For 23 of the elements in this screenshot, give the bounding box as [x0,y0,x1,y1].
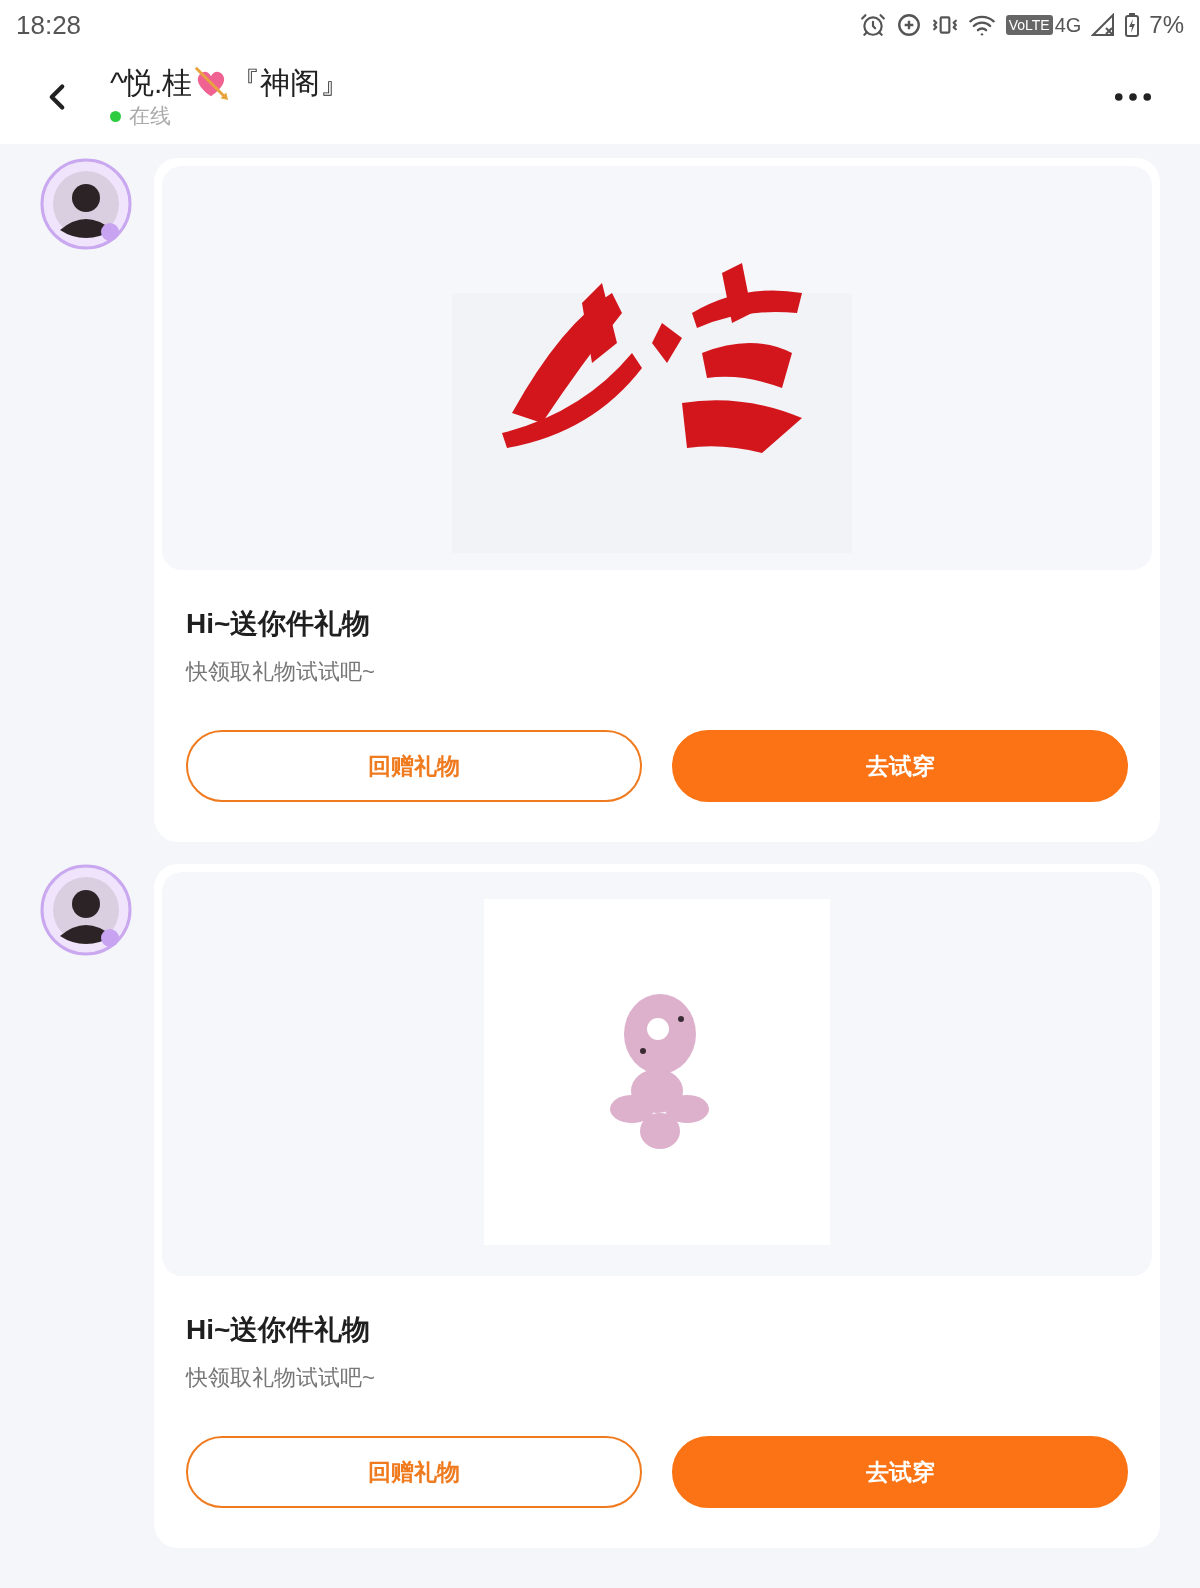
return-gift-button[interactable]: 回赠礼物 [186,1436,642,1508]
more-icon[interactable] [1114,92,1152,102]
alarm-icon [859,12,886,38]
network-badge: VoLTE [1005,15,1053,35]
battery-level: 7% [1149,10,1184,40]
plus-circle-icon [895,12,922,38]
avatar[interactable] [40,158,132,250]
gift-subtitle: 快领取礼物试试吧~ [186,658,376,686]
gift-title: Hi~送你件礼物 [186,1313,372,1347]
online-status: 在线 [129,103,171,129]
gift-subtitle: 快领取礼物试试吧~ [186,1364,376,1392]
signal-icon [1091,13,1116,37]
return-gift-button[interactable]: 回赠礼物 [186,730,642,802]
try-on-button[interactable]: 去试穿 [672,730,1128,802]
gift-title: Hi~送你件礼物 [186,607,372,641]
contact-group: 『神阁』 [230,64,351,102]
try-on-button[interactable]: 去试穿 [672,1436,1128,1508]
heart-arrow-icon [192,64,231,102]
battery-icon [1125,13,1140,37]
avatar[interactable] [40,864,132,956]
network-type: 4G [1054,13,1082,38]
contact-name: ^悦.桂 [110,65,193,101]
status-time: 18:28 [16,8,82,42]
